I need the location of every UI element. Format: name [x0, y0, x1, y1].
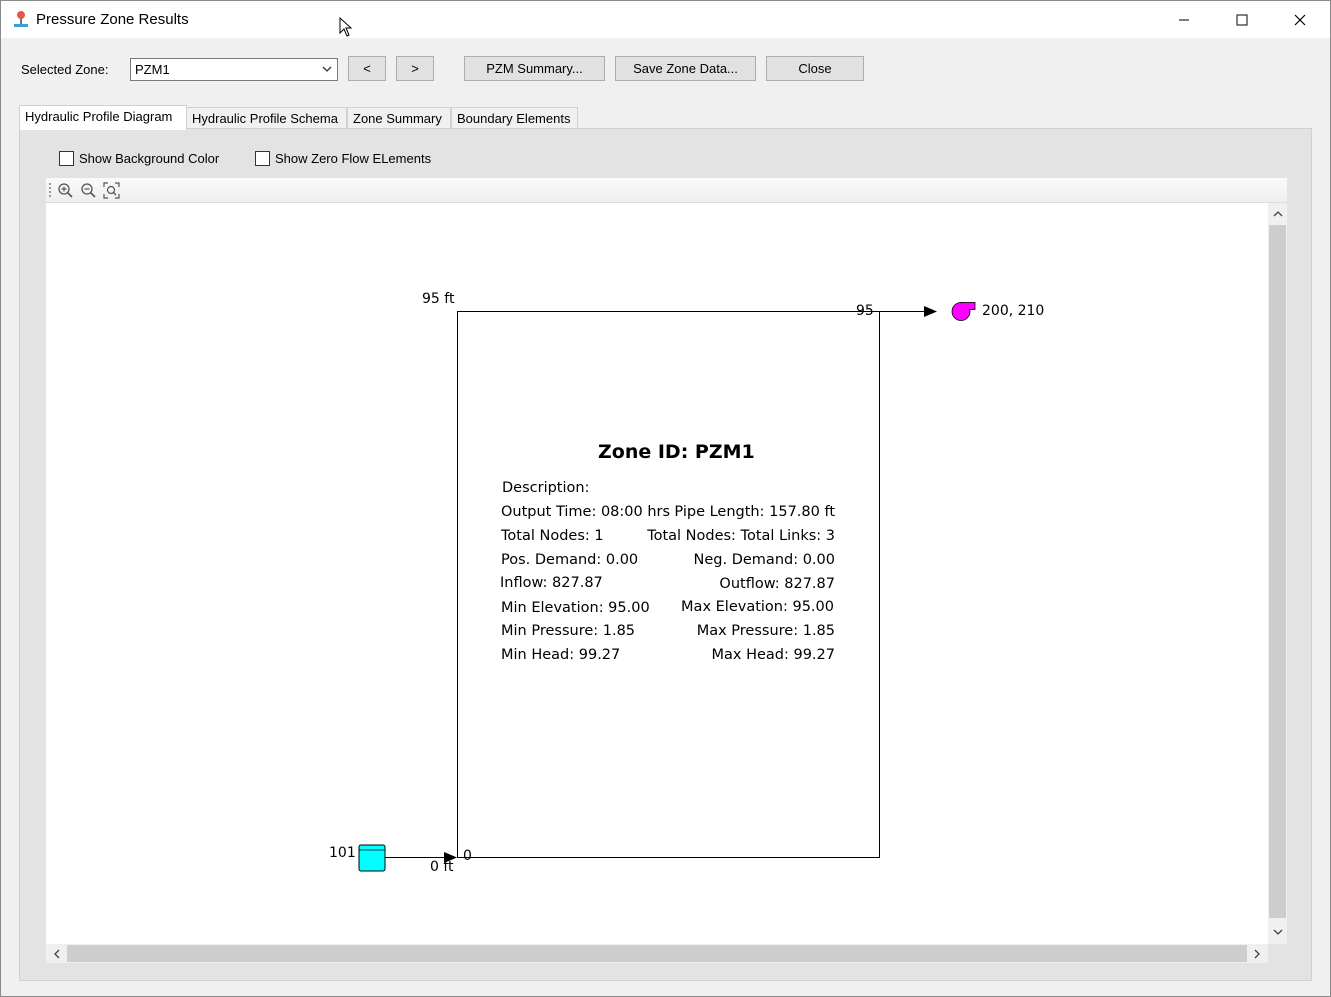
- show-zero-flow-option[interactable]: Show Zero Flow ELements: [255, 151, 431, 166]
- chevron-right-icon: [1254, 949, 1260, 958]
- window-title: Pressure Zone Results: [36, 11, 189, 28]
- pzm-summary-button[interactable]: PZM Summary...: [464, 56, 605, 81]
- title-bar[interactable]: Pressure Zone Results: [1, 1, 1330, 38]
- show-background-color-label: Show Background Color: [79, 151, 220, 166]
- total-nodes: Total Nodes: 1: [501, 528, 604, 544]
- scroll-down-button[interactable]: [1269, 923, 1286, 940]
- pump-label: 200, 210: [982, 303, 1045, 319]
- pressure-zone-results-window: Pressure Zone Results Selected Zone: PZM…: [0, 0, 1331, 997]
- min-head: Min Head: 99.27: [501, 647, 621, 663]
- pos-demand: Pos. Demand: 0.00: [501, 552, 639, 568]
- max-elevation: Max Elevation: 95.00: [681, 599, 834, 615]
- chevron-down-icon: [322, 66, 332, 72]
- tank-icon: [358, 844, 386, 872]
- show-background-color-option[interactable]: Show Background Color: [59, 151, 219, 166]
- scroll-up-button[interactable]: [1269, 205, 1286, 222]
- mouse-cursor-icon: [339, 17, 353, 37]
- hydraulic-profile-canvas[interactable]: 95 ft 95 200, 210 101 0 ft 0 Zone ID: PZ…: [46, 203, 1268, 944]
- horizontal-scroll-thumb[interactable]: [67, 945, 1247, 962]
- tab-zone-summary[interactable]: Zone Summary: [347, 107, 451, 130]
- inflow: Inflow: 827.87: [500, 575, 603, 591]
- bottom-elevation-label: 0 ft: [430, 859, 454, 875]
- minimize-button[interactable]: [1155, 1, 1213, 38]
- zoom-in-icon[interactable]: [57, 182, 74, 199]
- close-icon: [1294, 14, 1306, 25]
- show-zero-flow-label: Show Zero Flow ELements: [275, 151, 432, 166]
- selected-zone-label: Selected Zone:: [21, 62, 109, 77]
- min-pressure: Min Pressure: 1.85: [501, 623, 636, 639]
- scroll-left-button[interactable]: [48, 945, 65, 962]
- tank-label: 101: [329, 845, 356, 861]
- maximize-button[interactable]: [1213, 1, 1271, 38]
- chevron-down-icon: [1273, 929, 1282, 935]
- zone-select[interactable]: PZM1: [130, 58, 338, 81]
- diagram-drawing: [358, 302, 976, 872]
- toolstrip-grip[interactable]: [49, 183, 51, 197]
- chevron-left-icon: [53, 949, 59, 958]
- neg-demand: Neg. Demand: 0.00: [693, 552, 835, 568]
- zone-select-value: PZM1: [135, 62, 170, 77]
- outflow-arrow-icon: [924, 306, 937, 317]
- pipe-length: Pipe Length: 157.80 ft: [674, 504, 835, 520]
- chevron-up-icon: [1273, 210, 1282, 216]
- vertical-scroll-thumb[interactable]: [1269, 225, 1286, 918]
- previous-zone-button[interactable]: <: [348, 56, 386, 81]
- tab-hydraulic-profile-schema[interactable]: Hydraulic Profile Schema: [186, 107, 347, 130]
- top-right-value: 95: [856, 303, 874, 319]
- close-window-button[interactable]: [1271, 1, 1329, 38]
- tab-hydraulic-profile-diagram[interactable]: Hydraulic Profile Diagram: [19, 105, 187, 130]
- app-icon: [14, 11, 28, 27]
- next-zone-button[interactable]: >: [396, 56, 434, 81]
- top-elevation-label: 95 ft: [422, 291, 455, 307]
- diagram-toolstrip: [46, 178, 1287, 203]
- output-time: Output Time: 08:00 hrs: [501, 504, 671, 520]
- minimize-icon: [1179, 19, 1189, 20]
- zone-id-title: Zone ID: PZM1: [598, 441, 755, 463]
- horizontal-scrollbar[interactable]: [46, 944, 1268, 963]
- save-zone-data-button[interactable]: Save Zone Data...: [615, 56, 756, 81]
- pump-icon: [951, 302, 976, 321]
- total-links: Total Nodes: Total Links: 3: [647, 528, 835, 544]
- show-zero-flow-checkbox[interactable]: [255, 151, 270, 166]
- outflow: Outflow: 827.87: [719, 576, 835, 592]
- zoom-out-icon[interactable]: [80, 182, 97, 199]
- tab-boundary-elements[interactable]: Boundary Elements: [451, 107, 578, 130]
- max-head: Max Head: 99.27: [711, 647, 835, 663]
- close-button[interactable]: Close: [766, 56, 864, 81]
- zoom-fit-icon[interactable]: [103, 182, 120, 199]
- show-background-color-checkbox[interactable]: [59, 151, 74, 166]
- description-label: Description:: [502, 480, 590, 496]
- maximize-icon: [1236, 14, 1248, 25]
- bottom-left-value: 0: [463, 848, 472, 864]
- max-pressure: Max Pressure: 1.85: [696, 623, 835, 639]
- scroll-right-button[interactable]: [1248, 945, 1265, 962]
- vertical-scrollbar[interactable]: [1268, 203, 1287, 944]
- min-elevation: Min Elevation: 95.00: [501, 600, 650, 616]
